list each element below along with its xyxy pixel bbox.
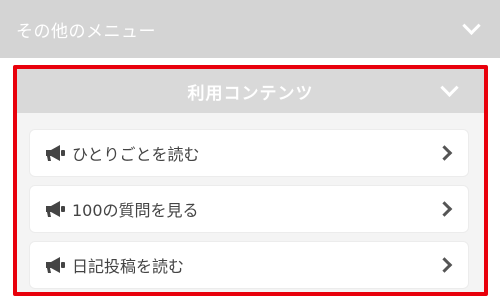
megaphone-icon bbox=[46, 257, 65, 273]
menu-item-label: 日記投稿を読む bbox=[72, 257, 185, 276]
other-menu-header[interactable]: その他のメニュー bbox=[0, 0, 500, 58]
menu-item-100-questions[interactable]: 100の質問を見る bbox=[29, 185, 469, 233]
chevron-right-icon bbox=[436, 201, 453, 217]
content-panel-title: 利用コンテンツ bbox=[187, 83, 314, 104]
menu-list: ひとりごとを読む 100の質問を見る 日記投稿を読む bbox=[17, 113, 484, 289]
content-panel-header[interactable]: 利用コンテンツ bbox=[17, 69, 484, 113]
megaphone-icon bbox=[46, 145, 65, 161]
megaphone-icon bbox=[46, 201, 65, 217]
menu-item-diary[interactable]: 日記投稿を読む bbox=[29, 241, 469, 289]
chevron-down-icon[interactable] bbox=[462, 16, 481, 35]
menu-item-label: ひとりごとを読む bbox=[72, 145, 200, 164]
menu-item-label: 100の質問を見る bbox=[72, 201, 199, 220]
menu-item-monologue[interactable]: ひとりごとを読む bbox=[29, 129, 469, 177]
chevron-right-icon bbox=[436, 257, 453, 273]
chevron-right-icon bbox=[436, 145, 453, 161]
chevron-down-icon[interactable] bbox=[440, 78, 459, 97]
other-menu-title: その他のメニュー bbox=[16, 21, 156, 42]
content-panel: 利用コンテンツ ひとりごとを読む 100の質問を見る 日記投稿を読む bbox=[17, 69, 484, 292]
